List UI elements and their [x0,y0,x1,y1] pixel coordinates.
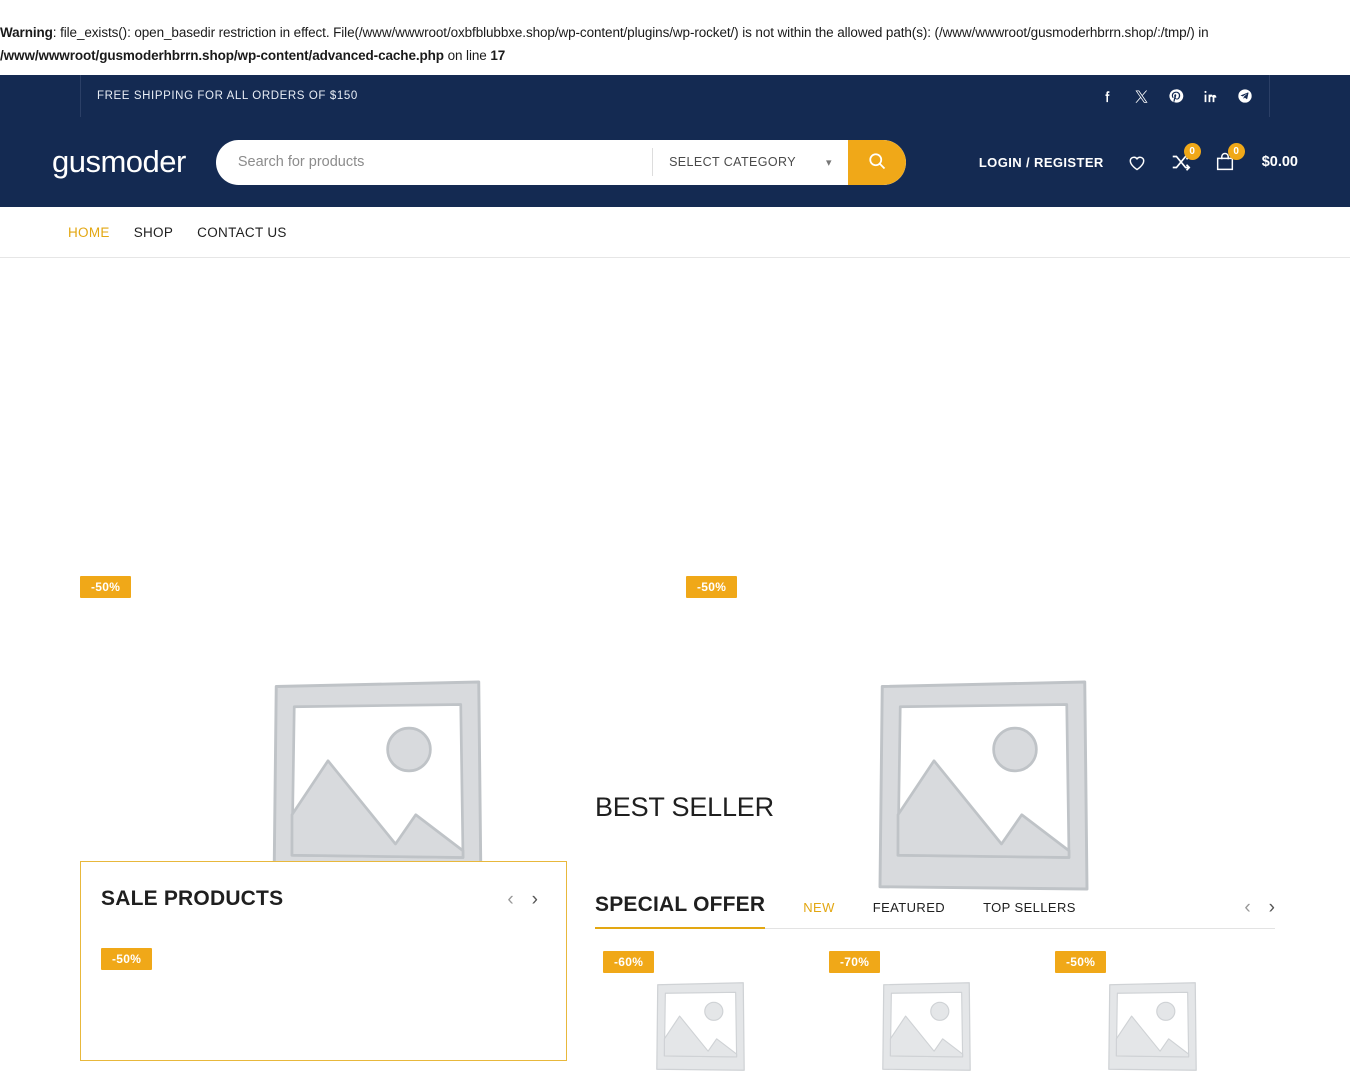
tab-featured[interactable]: FEATURED [873,900,945,928]
sale-badge: -60% [603,951,654,973]
login-register-link[interactable]: LOGIN / REGISTER [979,155,1104,170]
compare-count-badge: 0 [1184,143,1201,160]
placeholder-image-icon [1105,979,1200,1074]
category-select-label: SELECT CATEGORY [669,155,796,169]
special-offer-card-3[interactable]: -50% [1047,951,1273,1079]
product-card-1[interactable]: -50% [80,576,131,598]
cart-count-badge: 0 [1228,143,1245,160]
php-warning-line-2: /www/wwwroot/gusmoderhbrrn.shop/wp-conte… [0,44,1350,67]
php-warning-line-1: Warning: file_exists(): open_basedir res… [0,21,1350,44]
compare-button[interactable]: 0 [1170,151,1192,173]
next-arrow-icon[interactable]: › [532,890,538,909]
special-offer-image-2 [821,979,1047,1079]
next-arrow-icon[interactable]: › [1269,898,1275,917]
featured-products-row: -50% -50% [0,258,1350,768]
product-image-2[interactable] [871,673,1096,898]
php-warning-path: /www/wwwroot/gusmoderhbrrn.shop/wp-conte… [0,48,444,63]
pinterest-icon[interactable] [1168,88,1184,104]
prev-arrow-icon[interactable]: ‹ [507,890,513,909]
product-search-form: SELECT CATEGORY ▾ [216,140,906,185]
sale-products-widget: SALE PRODUCTS ‹ › -50% [80,861,567,1061]
sale-badge: -70% [829,951,880,973]
placeholder-image-icon [871,673,1096,898]
sale-badge: -50% [686,576,737,598]
free-shipping-message: FREE SHIPPING FOR ALL ORDERS OF $150 [97,90,358,102]
sale-products-title: SALE PRODUCTS [101,887,283,911]
search-submit-button[interactable] [848,140,906,185]
cart-total-amount[interactable]: $0.00 [1262,154,1298,170]
special-offer-widget: SPECIAL OFFER NEW FEATURED TOP SELLERS ‹… [595,884,1275,1079]
facebook-icon[interactable] [1100,89,1115,104]
top-announcement-bar: FREE SHIPPING FOR ALL ORDERS OF $150 [0,75,1350,117]
special-offer-card-1[interactable]: -60% [595,951,821,1079]
sale-badge: -50% [80,576,131,598]
sale-badge: -50% [101,948,152,970]
php-warning-label: Warning [0,25,53,40]
heart-icon [1126,151,1148,173]
search-icon [867,151,887,174]
special-offer-image-1 [595,979,821,1079]
site-logo[interactable]: gusmoder [52,144,186,180]
tab-top-sellers[interactable]: TOP SELLERS [983,900,1076,928]
linkedin-icon[interactable] [1203,89,1218,104]
special-offer-card-2[interactable]: -70% [821,951,1047,1079]
chevron-down-icon: ▾ [826,156,832,169]
placeholder-image-icon [879,979,974,1074]
php-warning-line-1-text: : file_exists(): open_basedir restrictio… [53,25,1209,40]
tab-new[interactable]: NEW [803,900,835,928]
header-actions: LOGIN / REGISTER 0 [979,151,1300,173]
social-links [1100,88,1253,104]
nav-item-contact-us[interactable]: CONTACT US [197,225,287,240]
php-warning-line-2-tail: on line [444,48,490,63]
sale-badge: -50% [1055,951,1106,973]
nav-item-home[interactable]: HOME [68,225,110,240]
main-navigation: HOME SHOP CONTACT US [0,207,1350,258]
product-card-2[interactable]: -50% [686,576,737,598]
cart-button[interactable]: 0 [1214,151,1236,173]
wishlist-button[interactable] [1126,151,1148,173]
php-warning-banner: Warning: file_exists(): open_basedir res… [0,0,1350,75]
special-offer-title: SPECIAL OFFER [595,893,765,929]
telegram-icon[interactable] [1237,88,1253,104]
site-header: gusmoder SELECT CATEGORY ▾ LOGIN / REGIS… [0,117,1350,207]
best-seller-heading: BEST SELLER [595,792,774,823]
search-input[interactable] [216,140,652,185]
special-offer-nav: ‹ › [1244,898,1275,928]
php-warning-line-number: 17 [490,48,505,63]
placeholder-image-icon [653,979,748,1074]
special-offer-image-3 [1047,979,1273,1079]
prev-arrow-icon[interactable]: ‹ [1244,898,1250,917]
nav-item-shop[interactable]: SHOP [134,225,173,240]
category-select[interactable]: SELECT CATEGORY ▾ [652,148,848,176]
sale-products-nav: ‹ › [507,890,538,909]
x-twitter-icon[interactable] [1134,89,1149,104]
